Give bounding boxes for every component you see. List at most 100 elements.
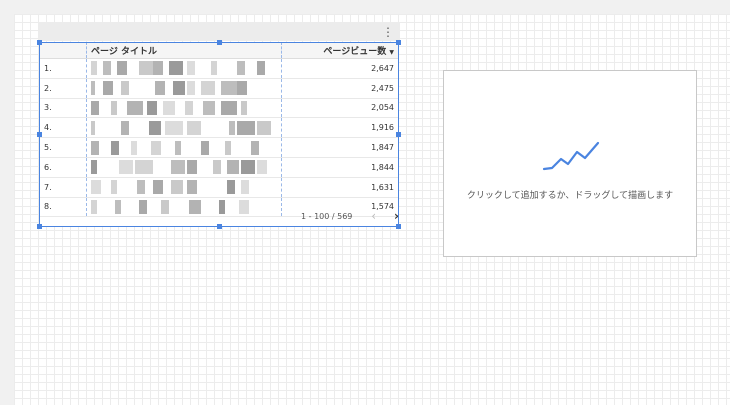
table-pager: 1 - 100 / 569 ‹ ›	[283, 208, 399, 224]
sort-desc-icon[interactable]: ▼	[389, 49, 394, 56]
resize-handle-mid-right[interactable]	[396, 132, 401, 137]
row-page-title-redacted	[86, 137, 282, 158]
table-row[interactable]: 2. 2,475	[40, 78, 398, 99]
redaction-block	[171, 180, 183, 195]
line-chart-icon	[542, 141, 600, 171]
resize-handle-top-right[interactable]	[396, 40, 401, 45]
table-row[interactable]: 1. 2,647	[40, 58, 398, 79]
redaction-block	[169, 61, 183, 76]
row-index: 3.	[40, 98, 87, 119]
redaction-block	[155, 81, 165, 96]
table-row[interactable]: 5. 1,847	[40, 137, 398, 158]
resize-handle-top-center[interactable]	[217, 40, 222, 45]
redaction-block	[187, 180, 197, 195]
table-row[interactable]: 4. 1,916	[40, 117, 398, 139]
redaction-block	[91, 180, 101, 195]
row-pageviews: 2,475	[281, 78, 398, 99]
row-index: 4.	[40, 117, 87, 139]
redaction-block	[91, 120, 95, 135]
redaction-block	[111, 140, 119, 155]
redaction-block	[241, 160, 255, 175]
redaction-block	[203, 100, 215, 115]
redaction-mosaic	[91, 61, 277, 76]
resize-handle-bottom-left[interactable]	[37, 224, 42, 229]
redaction-block	[187, 81, 195, 96]
row-pageviews: 1,847	[281, 137, 398, 158]
row-index: 7.	[40, 177, 87, 198]
resize-handle-mid-left[interactable]	[37, 132, 42, 137]
redaction-mosaic	[91, 160, 277, 175]
row-page-title-redacted	[86, 117, 282, 139]
page-title-header[interactable]: ページ タイトル	[86, 42, 282, 59]
redaction-block	[237, 81, 247, 96]
redaction-block	[241, 100, 247, 115]
resize-handle-bottom-right[interactable]	[396, 224, 401, 229]
redaction-block	[137, 180, 145, 195]
redaction-block	[91, 100, 99, 115]
redaction-block	[257, 61, 265, 76]
redaction-block	[257, 120, 271, 135]
redaction-block	[121, 120, 129, 135]
placeholder-hint: クリックして追加するか、ドラッグして描画します	[466, 191, 674, 201]
more-options-icon[interactable]: ⋮	[382, 25, 394, 39]
redaction-block	[121, 81, 129, 96]
redaction-block	[229, 120, 235, 135]
redaction-block	[119, 160, 133, 175]
redaction-block	[111, 100, 117, 115]
redaction-block	[201, 81, 215, 96]
pageviews-header[interactable]: ページビュー数 ▼	[281, 42, 398, 59]
row-index: 1.	[40, 58, 87, 79]
redaction-block	[211, 61, 217, 76]
redaction-block	[91, 199, 97, 214]
redaction-block	[187, 120, 201, 135]
resize-handle-top-left[interactable]	[37, 40, 42, 45]
redaction-block	[201, 140, 209, 155]
row-page-title-redacted	[86, 157, 282, 178]
table-row[interactable]: 7. 1,631	[40, 177, 398, 198]
redaction-mosaic	[91, 100, 277, 115]
redaction-block	[115, 199, 121, 214]
redaction-block	[251, 140, 259, 155]
redaction-block	[91, 61, 97, 76]
row-page-title-redacted	[86, 58, 282, 79]
redaction-block	[151, 140, 161, 155]
pager-range: 1 - 100 / 569	[301, 211, 353, 221]
row-page-title-redacted	[86, 177, 282, 198]
redaction-block	[213, 160, 221, 175]
page-title-header-label: ページ タイトル	[91, 46, 157, 57]
redaction-block	[219, 199, 225, 214]
redaction-block	[237, 120, 255, 135]
redaction-block	[111, 180, 117, 195]
redaction-block	[91, 81, 95, 96]
row-index: 5.	[40, 137, 87, 158]
redaction-block	[135, 160, 153, 175]
data-table[interactable]: ページ タイトル ページビュー数 ▼ 1. 2,647 2. 2,475 3. 2,054…	[40, 42, 398, 218]
pageviews-header-label: ページビュー数	[323, 46, 387, 57]
redaction-block	[163, 100, 175, 115]
redaction-block	[153, 61, 163, 76]
redaction-block	[127, 100, 143, 115]
row-page-title-redacted	[86, 98, 282, 119]
redaction-block	[227, 160, 239, 175]
table-row[interactable]: 6. 1,844	[40, 157, 398, 178]
redaction-block	[175, 140, 181, 155]
redaction-mosaic	[91, 140, 277, 155]
component-header-bar: ⋮	[38, 22, 400, 41]
row-pageviews: 2,054	[281, 98, 398, 119]
redaction-block	[165, 120, 183, 135]
next-page-icon[interactable]: ›	[394, 209, 399, 223]
row-page-title-redacted	[86, 197, 282, 218]
redaction-block	[131, 140, 137, 155]
redaction-block	[189, 199, 201, 214]
redaction-block	[237, 61, 245, 76]
resize-handle-bottom-center[interactable]	[217, 224, 222, 229]
redaction-block	[147, 100, 157, 115]
empty-chart-placeholder[interactable]: クリックして追加するか、ドラッグして描画します	[443, 70, 697, 257]
table-row[interactable]: 3. 2,054	[40, 98, 398, 119]
redaction-block	[187, 160, 197, 175]
prev-page-icon[interactable]: ‹	[371, 209, 376, 223]
index-header	[40, 42, 87, 59]
row-pageviews: 1,844	[281, 157, 398, 178]
redaction-block	[91, 160, 97, 175]
redaction-block	[171, 160, 185, 175]
